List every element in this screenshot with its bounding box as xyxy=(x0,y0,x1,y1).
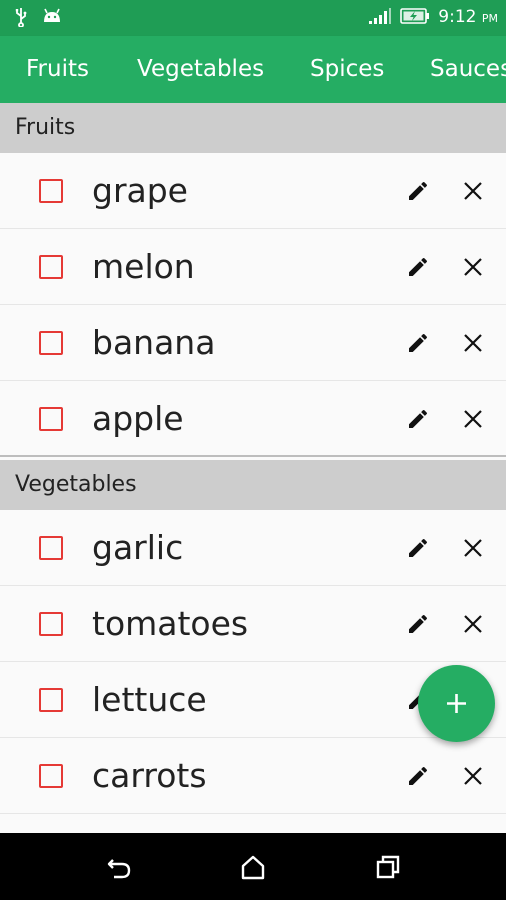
edit-icon[interactable] xyxy=(406,331,430,355)
tab-vegetables[interactable]: Vegetables xyxy=(137,36,264,103)
delete-icon[interactable] xyxy=(461,612,485,636)
item-checkbox[interactable] xyxy=(39,407,63,431)
delete-icon[interactable] xyxy=(461,764,485,788)
item-checkbox[interactable] xyxy=(39,179,63,203)
list-item: apple xyxy=(0,381,506,457)
item-label: lettuce xyxy=(92,680,207,719)
edit-icon[interactable] xyxy=(406,612,430,636)
status-bar: 9:12 PM xyxy=(0,0,506,36)
edit-icon[interactable] xyxy=(406,179,430,203)
item-label: melon xyxy=(92,247,195,286)
list-item: melon xyxy=(0,229,506,305)
tab-sauces[interactable]: Sauces xyxy=(430,36,506,103)
item-checkbox[interactable] xyxy=(39,255,63,279)
list-item: banana xyxy=(0,305,506,381)
list-item: carrots xyxy=(0,738,506,814)
item-checkbox[interactable] xyxy=(39,612,63,636)
usb-icon xyxy=(14,7,28,31)
edit-icon[interactable] xyxy=(406,764,430,788)
list-item: grape xyxy=(0,153,506,229)
delete-icon[interactable] xyxy=(461,407,485,431)
system-nav-bar xyxy=(0,833,506,900)
list-item: tomatoes xyxy=(0,586,506,662)
android-icon xyxy=(42,8,62,30)
time-value: 9:12 xyxy=(438,7,477,27)
item-label: carrots xyxy=(92,756,207,795)
item-checkbox[interactable] xyxy=(39,764,63,788)
item-label: garlic xyxy=(92,528,184,567)
edit-icon[interactable] xyxy=(406,255,430,279)
item-checkbox[interactable] xyxy=(39,331,63,355)
time-ampm: PM xyxy=(481,12,498,25)
tab-fruits[interactable]: Fruits xyxy=(26,36,89,103)
edit-icon[interactable] xyxy=(406,536,430,560)
delete-icon[interactable] xyxy=(461,179,485,203)
tab-spices[interactable]: Spices xyxy=(310,36,384,103)
list-item: garlic xyxy=(0,510,506,586)
signal-icon xyxy=(368,7,392,29)
item-label: banana xyxy=(92,323,216,362)
battery-charging-icon xyxy=(400,7,430,29)
plus-icon xyxy=(447,694,466,713)
edit-icon[interactable] xyxy=(406,407,430,431)
item-label: apple xyxy=(92,399,184,438)
item-checkbox[interactable] xyxy=(39,688,63,712)
section-header-fruits: Fruits xyxy=(0,103,506,153)
item-checkbox[interactable] xyxy=(39,536,63,560)
category-tabs: Fruits Vegetables Spices Sauces xyxy=(0,36,506,103)
recents-icon[interactable] xyxy=(374,853,402,881)
clock: 9:12 PM xyxy=(438,6,498,30)
section-header-vegetables: Vegetables xyxy=(0,460,506,510)
back-icon[interactable] xyxy=(105,853,133,881)
home-icon[interactable] xyxy=(239,853,267,881)
item-label: grape xyxy=(92,171,188,210)
delete-icon[interactable] xyxy=(461,536,485,560)
add-item-button[interactable] xyxy=(418,665,495,742)
delete-icon[interactable] xyxy=(461,255,485,279)
item-label: tomatoes xyxy=(92,604,249,643)
delete-icon[interactable] xyxy=(461,331,485,355)
